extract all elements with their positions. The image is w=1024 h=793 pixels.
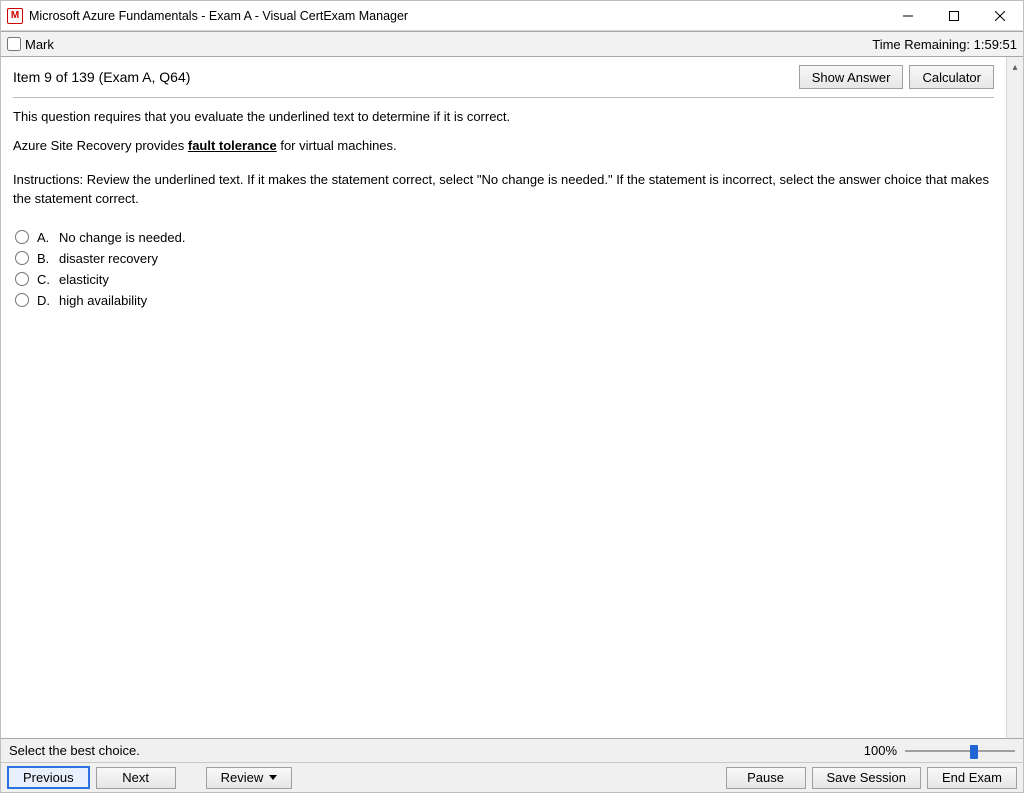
choice-d-radio[interactable] xyxy=(15,293,29,307)
app-window: M Microsoft Azure Fundamentals - Exam A … xyxy=(0,0,1024,793)
choice-b[interactable]: B. disaster recovery xyxy=(13,248,994,269)
question-instructions: Instructions: Review the underlined text… xyxy=(13,171,994,209)
window-title: Microsoft Azure Fundamentals - Exam A - … xyxy=(29,9,408,23)
mark-checkbox[interactable] xyxy=(7,37,21,51)
save-session-button[interactable]: Save Session xyxy=(812,767,922,789)
choice-a-radio[interactable] xyxy=(15,230,29,244)
minimize-button[interactable] xyxy=(885,1,931,31)
choice-d-text: high availability xyxy=(59,293,147,308)
chevron-down-icon xyxy=(269,775,277,780)
minimize-icon xyxy=(903,11,913,21)
content-area: Item 9 of 139 (Exam A, Q64) Show Answer … xyxy=(1,57,1006,738)
choice-c[interactable]: C. elasticity xyxy=(13,269,994,290)
choice-b-radio[interactable] xyxy=(15,251,29,265)
stmt-post: for virtual machines. xyxy=(277,138,397,153)
zoom-slider-track xyxy=(905,750,1015,752)
show-answer-button[interactable]: Show Answer xyxy=(799,65,904,89)
question-statement: Azure Site Recovery provides fault toler… xyxy=(13,138,994,153)
item-label: Item 9 of 139 (Exam A, Q64) xyxy=(13,69,190,85)
choice-b-text: disaster recovery xyxy=(59,251,158,266)
choice-a[interactable]: A. No change is needed. xyxy=(13,227,994,248)
titlebar: M Microsoft Azure Fundamentals - Exam A … xyxy=(1,1,1023,31)
question-intro: This question requires that you evaluate… xyxy=(13,108,994,126)
mark-bar: Mark Time Remaining: 1:59:51 xyxy=(1,31,1023,57)
choice-a-letter: A. xyxy=(37,230,59,245)
stmt-underlined: fault tolerance xyxy=(188,138,277,153)
mark-label: Mark xyxy=(25,37,54,52)
zoom-level: 100% xyxy=(864,743,897,758)
time-remaining: Time Remaining: 1:59:51 xyxy=(872,37,1017,52)
calculator-button[interactable]: Calculator xyxy=(909,65,994,89)
previous-button[interactable]: Previous xyxy=(7,766,90,789)
choice-d-letter: D. xyxy=(37,293,59,308)
choice-c-letter: C. xyxy=(37,272,59,287)
zoom-slider-thumb[interactable] xyxy=(970,745,978,759)
next-button[interactable]: Next xyxy=(96,767,176,789)
maximize-icon xyxy=(949,11,959,21)
maximize-button[interactable] xyxy=(931,1,977,31)
status-bar: Select the best choice. 100% xyxy=(1,738,1023,762)
choice-b-letter: B. xyxy=(37,251,59,266)
button-bar: Previous Next Review Pause Save Session … xyxy=(1,762,1023,792)
item-header: Item 9 of 139 (Exam A, Q64) Show Answer … xyxy=(13,65,994,98)
zoom-slider[interactable] xyxy=(905,743,1015,759)
review-button[interactable]: Review xyxy=(206,767,293,789)
close-button[interactable] xyxy=(977,1,1023,31)
vertical-scrollbar[interactable]: ▴ xyxy=(1006,57,1023,738)
choice-c-radio[interactable] xyxy=(15,272,29,286)
status-instruction: Select the best choice. xyxy=(9,743,140,758)
close-icon xyxy=(995,11,1005,21)
end-exam-button[interactable]: End Exam xyxy=(927,767,1017,789)
content-wrap: Item 9 of 139 (Exam A, Q64) Show Answer … xyxy=(1,57,1023,738)
app-icon: M xyxy=(7,8,23,24)
pause-button[interactable]: Pause xyxy=(726,767,806,789)
stmt-pre: Azure Site Recovery provides xyxy=(13,138,188,153)
choice-c-text: elasticity xyxy=(59,272,109,287)
answer-choices: A. No change is needed. B. disaster reco… xyxy=(13,227,994,311)
choice-a-text: No change is needed. xyxy=(59,230,185,245)
choice-d[interactable]: D. high availability xyxy=(13,290,994,311)
review-label: Review xyxy=(221,770,264,785)
scroll-up-icon[interactable]: ▴ xyxy=(1007,59,1024,76)
